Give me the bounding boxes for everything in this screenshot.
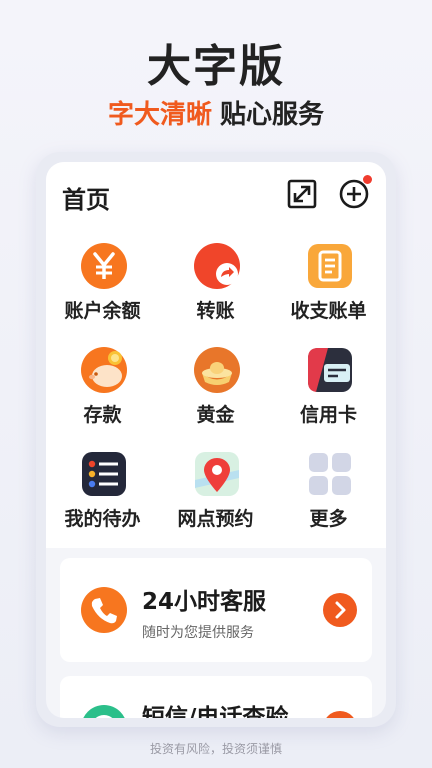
phone-frame: 首页 账户余额 转账 收支账单 存款 黄金 信用卡 我的待办 网点预约 更多 2…: [36, 152, 396, 727]
expand-icon[interactable]: [286, 178, 318, 210]
grid-item-branch-booking[interactable]: 网点预约: [159, 440, 272, 544]
more-grid-icon: [306, 450, 354, 498]
todo-list-icon: [80, 450, 128, 498]
grid-label: 信用卡: [299, 404, 357, 426]
grid-label: 黄金: [196, 404, 235, 426]
promo-headline: 大字版: [147, 41, 285, 92]
grid-label: 收支账单: [290, 300, 367, 322]
add-circle-icon[interactable]: [338, 175, 372, 210]
grid-label: 转账: [196, 300, 235, 322]
grid-label: 账户余额: [64, 300, 141, 322]
piggy-bank-icon: [80, 346, 128, 394]
tagline-rest: 贴心服务: [220, 100, 325, 130]
chevron-right-icon[interactable]: [322, 592, 358, 628]
bill-document-icon: [306, 242, 354, 290]
transfer-arrow-icon: [193, 242, 241, 290]
grid-item-bills[interactable]: 收支账单: [272, 232, 385, 336]
grid-item-balance[interactable]: 账户余额: [46, 232, 159, 336]
page-title: 首页: [62, 186, 110, 214]
grid-label: 更多: [309, 508, 348, 530]
grid-item-deposit[interactable]: 存款: [46, 336, 159, 440]
promo-tagline: 字大清晰 贴心服务: [0, 94, 432, 131]
message-check-icon: [80, 704, 128, 718]
card-subtitle: 随时为您提供服务: [142, 625, 254, 641]
map-pin-icon: [193, 450, 241, 498]
credit-card-icon: [306, 346, 354, 394]
grid-item-more[interactable]: 更多: [272, 440, 385, 544]
grid-item-gold[interactable]: 黄金: [159, 336, 272, 440]
tagline-accent: 字大清晰: [107, 100, 212, 130]
chevron-right-icon[interactable]: [322, 710, 358, 718]
card-title: 短信/电话查验: [142, 705, 289, 718]
sms-phone-verify-card[interactable]: 短信/电话查验: [60, 676, 372, 718]
grid-item-credit-card[interactable]: 信用卡: [272, 336, 385, 440]
risk-disclaimer: 投资有风险，投资须谨慎: [149, 742, 282, 756]
app-topbar: 首页: [46, 162, 386, 232]
grid-item-transfer[interactable]: 转账: [159, 232, 272, 336]
yen-coin-icon: [80, 242, 128, 290]
gold-ingot-icon: [193, 346, 241, 394]
customer-service-card[interactable]: 24小时客服 随时为您提供服务: [60, 558, 372, 662]
grid-label: 网点预约: [177, 508, 254, 530]
function-grid: 账户余额 转账 收支账单 存款 黄金 信用卡 我的待办 网点预约 更多: [46, 232, 386, 548]
grid-label: 存款: [83, 404, 122, 426]
notification-dot: [363, 175, 372, 184]
grid-label: 我的待办: [64, 508, 141, 530]
app-screen: 首页 账户余额 转账 收支账单 存款 黄金 信用卡 我的待办 网点预约 更多 2…: [46, 162, 386, 718]
grid-item-todo[interactable]: 我的待办: [46, 440, 159, 544]
card-title: 24小时客服: [142, 589, 267, 615]
phone-icon: [80, 586, 128, 634]
